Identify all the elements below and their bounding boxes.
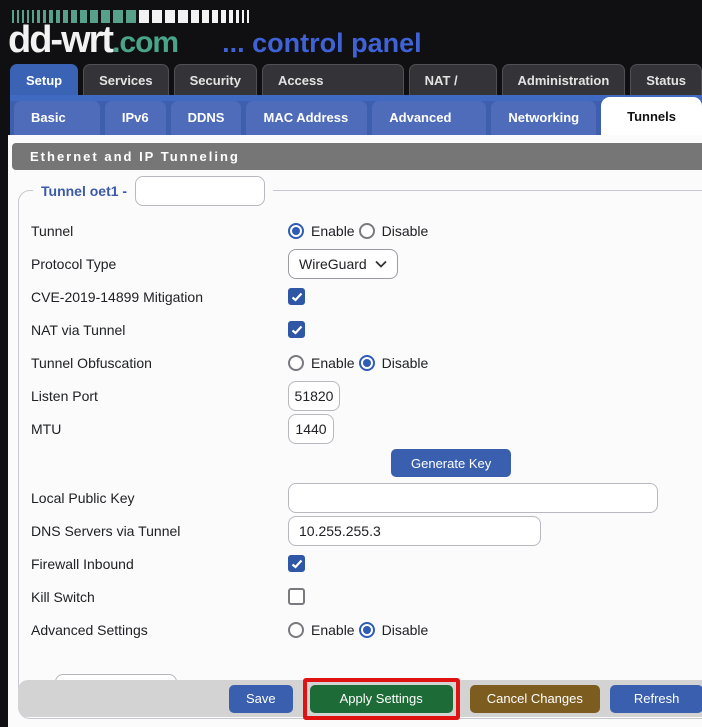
advanced-disable-radio[interactable] (359, 622, 375, 638)
tunnel-obfuscation-label: Tunnel Obfuscation (31, 355, 288, 371)
dns-servers-label: DNS Servers via Tunnel (31, 523, 288, 539)
main-tab-bar: Setup Services Security Access Restricti… (0, 62, 702, 95)
tunnel-disable-option-label: Disable (382, 223, 429, 239)
protocol-type-label: Protocol Type (31, 256, 288, 272)
save-button[interactable]: Save (229, 685, 293, 713)
tunnel-enable-option-label: Enable (311, 223, 355, 239)
advanced-enable-option-label: Enable (311, 622, 355, 638)
tab-access-restrictions[interactable]: Access Restrictions (262, 64, 404, 95)
logo-suffix: .com (112, 26, 178, 60)
cve-mitigation-checkbox[interactable] (288, 288, 305, 305)
apply-settings-highlight-box: Apply Settings (303, 678, 460, 720)
content-area: Ethernet and IP Tunneling Tunnel oet1 - … (8, 135, 702, 727)
advanced-settings-label: Advanced Settings (31, 622, 288, 638)
firewall-inbound-checkbox[interactable] (288, 555, 305, 572)
subtab-tunnels[interactable]: Tunnels (601, 97, 702, 135)
nat-via-tunnel-label: NAT via Tunnel (31, 322, 288, 338)
row-mtu: MTU (31, 412, 702, 445)
cancel-changes-button[interactable]: Cancel Changes (470, 685, 600, 713)
subtab-networking[interactable]: Networking (491, 101, 596, 135)
footer-button-bar: Save Apply Settings Cancel Changes Refre… (18, 680, 702, 717)
tab-nat-qos[interactable]: NAT / QoS (409, 64, 497, 95)
protocol-type-select[interactable]: WireGuard (288, 249, 398, 279)
row-kill-switch: Kill Switch (31, 580, 702, 613)
row-nat-via-tunnel: NAT via Tunnel (31, 313, 702, 346)
tab-administration[interactable]: Administration (502, 64, 626, 95)
mtu-label: MTU (31, 421, 288, 437)
tab-status[interactable]: Status (630, 64, 702, 95)
row-tunnel: Tunnel Enable Disable (31, 214, 702, 247)
tunnel-name-input[interactable] (135, 176, 265, 206)
row-cve-mitigation: CVE-2019-14899 Mitigation (31, 280, 702, 313)
local-public-key-label: Local Public Key (31, 490, 288, 506)
nat-via-tunnel-checkbox[interactable] (288, 321, 305, 338)
tunnel-legend-label: Tunnel oet1 - (41, 183, 127, 199)
logo-tagline: ... control panel (222, 28, 422, 59)
header: dd-wrt .com ... control panel (0, 0, 702, 62)
subtab-ddns[interactable]: DDNS (171, 101, 242, 135)
protocol-type-value: WireGuard (299, 256, 367, 272)
apply-settings-button[interactable]: Apply Settings (310, 685, 453, 713)
subtab-advanced-routing[interactable]: Advanced Routing (372, 101, 486, 135)
mtu-input[interactable] (288, 414, 334, 444)
logo: dd-wrt .com ... control panel (8, 19, 422, 62)
tunnel-label: Tunnel (31, 223, 288, 239)
tunnel-fieldset: Tunnel oet1 - Tunnel Enable Disable Pr (18, 190, 702, 719)
refresh-button[interactable]: Refresh (610, 685, 702, 713)
sub-tab-bar: Basic Setup IPv6 DDNS MAC Address Clone … (10, 95, 702, 135)
obfuscation-enable-radio[interactable] (288, 355, 304, 371)
advanced-enable-radio[interactable] (288, 622, 304, 638)
row-tunnel-obfuscation: Tunnel Obfuscation Enable Disable (31, 346, 702, 379)
obfuscation-disable-radio[interactable] (359, 355, 375, 371)
generate-key-button[interactable]: Generate Key (391, 449, 511, 477)
row-protocol-type: Protocol Type WireGuard (31, 247, 702, 280)
firewall-inbound-label: Firewall Inbound (31, 556, 288, 572)
tunnel-disable-radio[interactable] (359, 223, 375, 239)
local-public-key-input[interactable] (288, 483, 658, 513)
kill-switch-checkbox[interactable] (288, 588, 305, 605)
listen-port-input[interactable] (288, 381, 340, 411)
row-firewall-inbound: Firewall Inbound (31, 547, 702, 580)
obfuscation-disable-option-label: Disable (382, 355, 429, 371)
kill-switch-label: Kill Switch (31, 589, 288, 605)
subtab-mac-address-clone[interactable]: MAC Address Clone (246, 101, 367, 135)
chevron-down-icon (375, 255, 387, 273)
subtab-basic-setup[interactable]: Basic Setup (14, 101, 100, 135)
section-title: Ethernet and IP Tunneling (12, 143, 702, 170)
obfuscation-enable-option-label: Enable (311, 355, 355, 371)
tab-services[interactable]: Services (83, 64, 169, 95)
listen-port-label: Listen Port (31, 388, 288, 404)
subtab-ipv6[interactable]: IPv6 (105, 101, 166, 135)
dns-servers-input[interactable] (288, 516, 541, 546)
row-listen-port: Listen Port (31, 379, 702, 412)
dd-wrt-control-panel: dd-wrt .com ... control panel Setup Serv… (0, 0, 702, 727)
cve-mitigation-label: CVE-2019-14899 Mitigation (31, 289, 288, 305)
row-local-public-key: Local Public Key (31, 481, 702, 514)
advanced-disable-option-label: Disable (382, 622, 429, 638)
tunnel-legend: Tunnel oet1 - (33, 175, 273, 207)
row-advanced-settings: Advanced Settings Enable Disable (31, 613, 702, 646)
row-dns-servers: DNS Servers via Tunnel (31, 514, 702, 547)
tab-setup[interactable]: Setup (10, 64, 78, 95)
logo-text: dd-wrt (8, 19, 112, 62)
row-generate-key: Generate Key (31, 445, 702, 481)
tab-security[interactable]: Security (174, 64, 257, 95)
tunnel-enable-radio[interactable] (288, 223, 304, 239)
